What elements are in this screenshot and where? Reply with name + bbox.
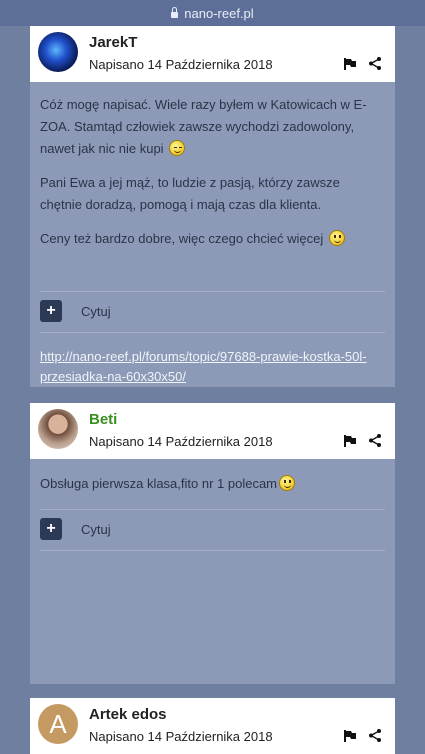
topic-link[interactable]: http://nano-reef.pl/forums/topic/97688-p… xyxy=(40,347,385,387)
post-beti: Beti Napisano 14 Października 2018 Obsłu… xyxy=(30,403,395,684)
browser-url-bar[interactable]: nano-reef.pl xyxy=(0,0,425,26)
post-date: Napisano 14 Października 2018 xyxy=(89,729,273,744)
quote-button[interactable]: + xyxy=(40,300,62,322)
post-body: Obsługa pierwsza klasa,fito nr 1 polecam… xyxy=(30,459,395,684)
post-header: Beti Napisano 14 Października 2018 xyxy=(30,403,395,459)
post-paragraph: Obsługa pierwsza klasa,fito nr 1 polecam xyxy=(40,473,385,495)
share-icon[interactable] xyxy=(369,57,381,70)
post-artek-edos: A Artek edos Napisano 14 Października 20… xyxy=(30,698,395,754)
author-name[interactable]: JarekT xyxy=(89,34,137,51)
post-paragraph: Ceny też bardzo dobre, więc czego chcieć… xyxy=(40,228,385,250)
flag-icon[interactable] xyxy=(344,730,356,742)
share-icon[interactable] xyxy=(369,434,381,447)
author-name[interactable]: Artek edos xyxy=(89,706,167,723)
smile-emoji-icon xyxy=(328,230,345,246)
smile-emoji-icon xyxy=(279,475,296,491)
avatar[interactable]: A xyxy=(38,704,78,744)
post-header: JarekT Napisano 14 Października 2018 xyxy=(30,26,395,82)
avatar[interactable] xyxy=(38,409,78,449)
lock-icon xyxy=(171,7,179,18)
quote-label[interactable]: Cytuj xyxy=(81,519,111,541)
post-paragraph: Cóż mogę napisać. Wiele razy byłem w Kat… xyxy=(40,97,367,156)
post-body: Cóż mogę napisać. Wiele razy byłem w Kat… xyxy=(30,82,395,387)
quote-button[interactable]: + xyxy=(40,518,62,540)
post-paragraph: Pani Ewa a jej mąż, to ludzie z pasją, k… xyxy=(40,175,340,212)
wink-emoji-icon xyxy=(169,140,186,156)
avatar[interactable] xyxy=(38,32,78,72)
url-text: nano-reef.pl xyxy=(184,5,254,21)
quote-label[interactable]: Cytuj xyxy=(81,301,111,323)
quote-row: + Cytuj xyxy=(40,291,385,333)
post-header: A Artek edos Napisano 14 Października 20… xyxy=(30,698,395,754)
flag-icon[interactable] xyxy=(344,58,356,70)
post-jarekt: JarekT Napisano 14 Października 2018 Cóż… xyxy=(30,26,395,387)
flag-icon[interactable] xyxy=(344,435,356,447)
quote-row: + Cytuj xyxy=(40,509,385,551)
post-date: Napisano 14 Października 2018 xyxy=(89,57,273,72)
share-icon[interactable] xyxy=(369,729,381,742)
author-name[interactable]: Beti xyxy=(89,411,117,428)
post-date: Napisano 14 Października 2018 xyxy=(89,434,273,449)
